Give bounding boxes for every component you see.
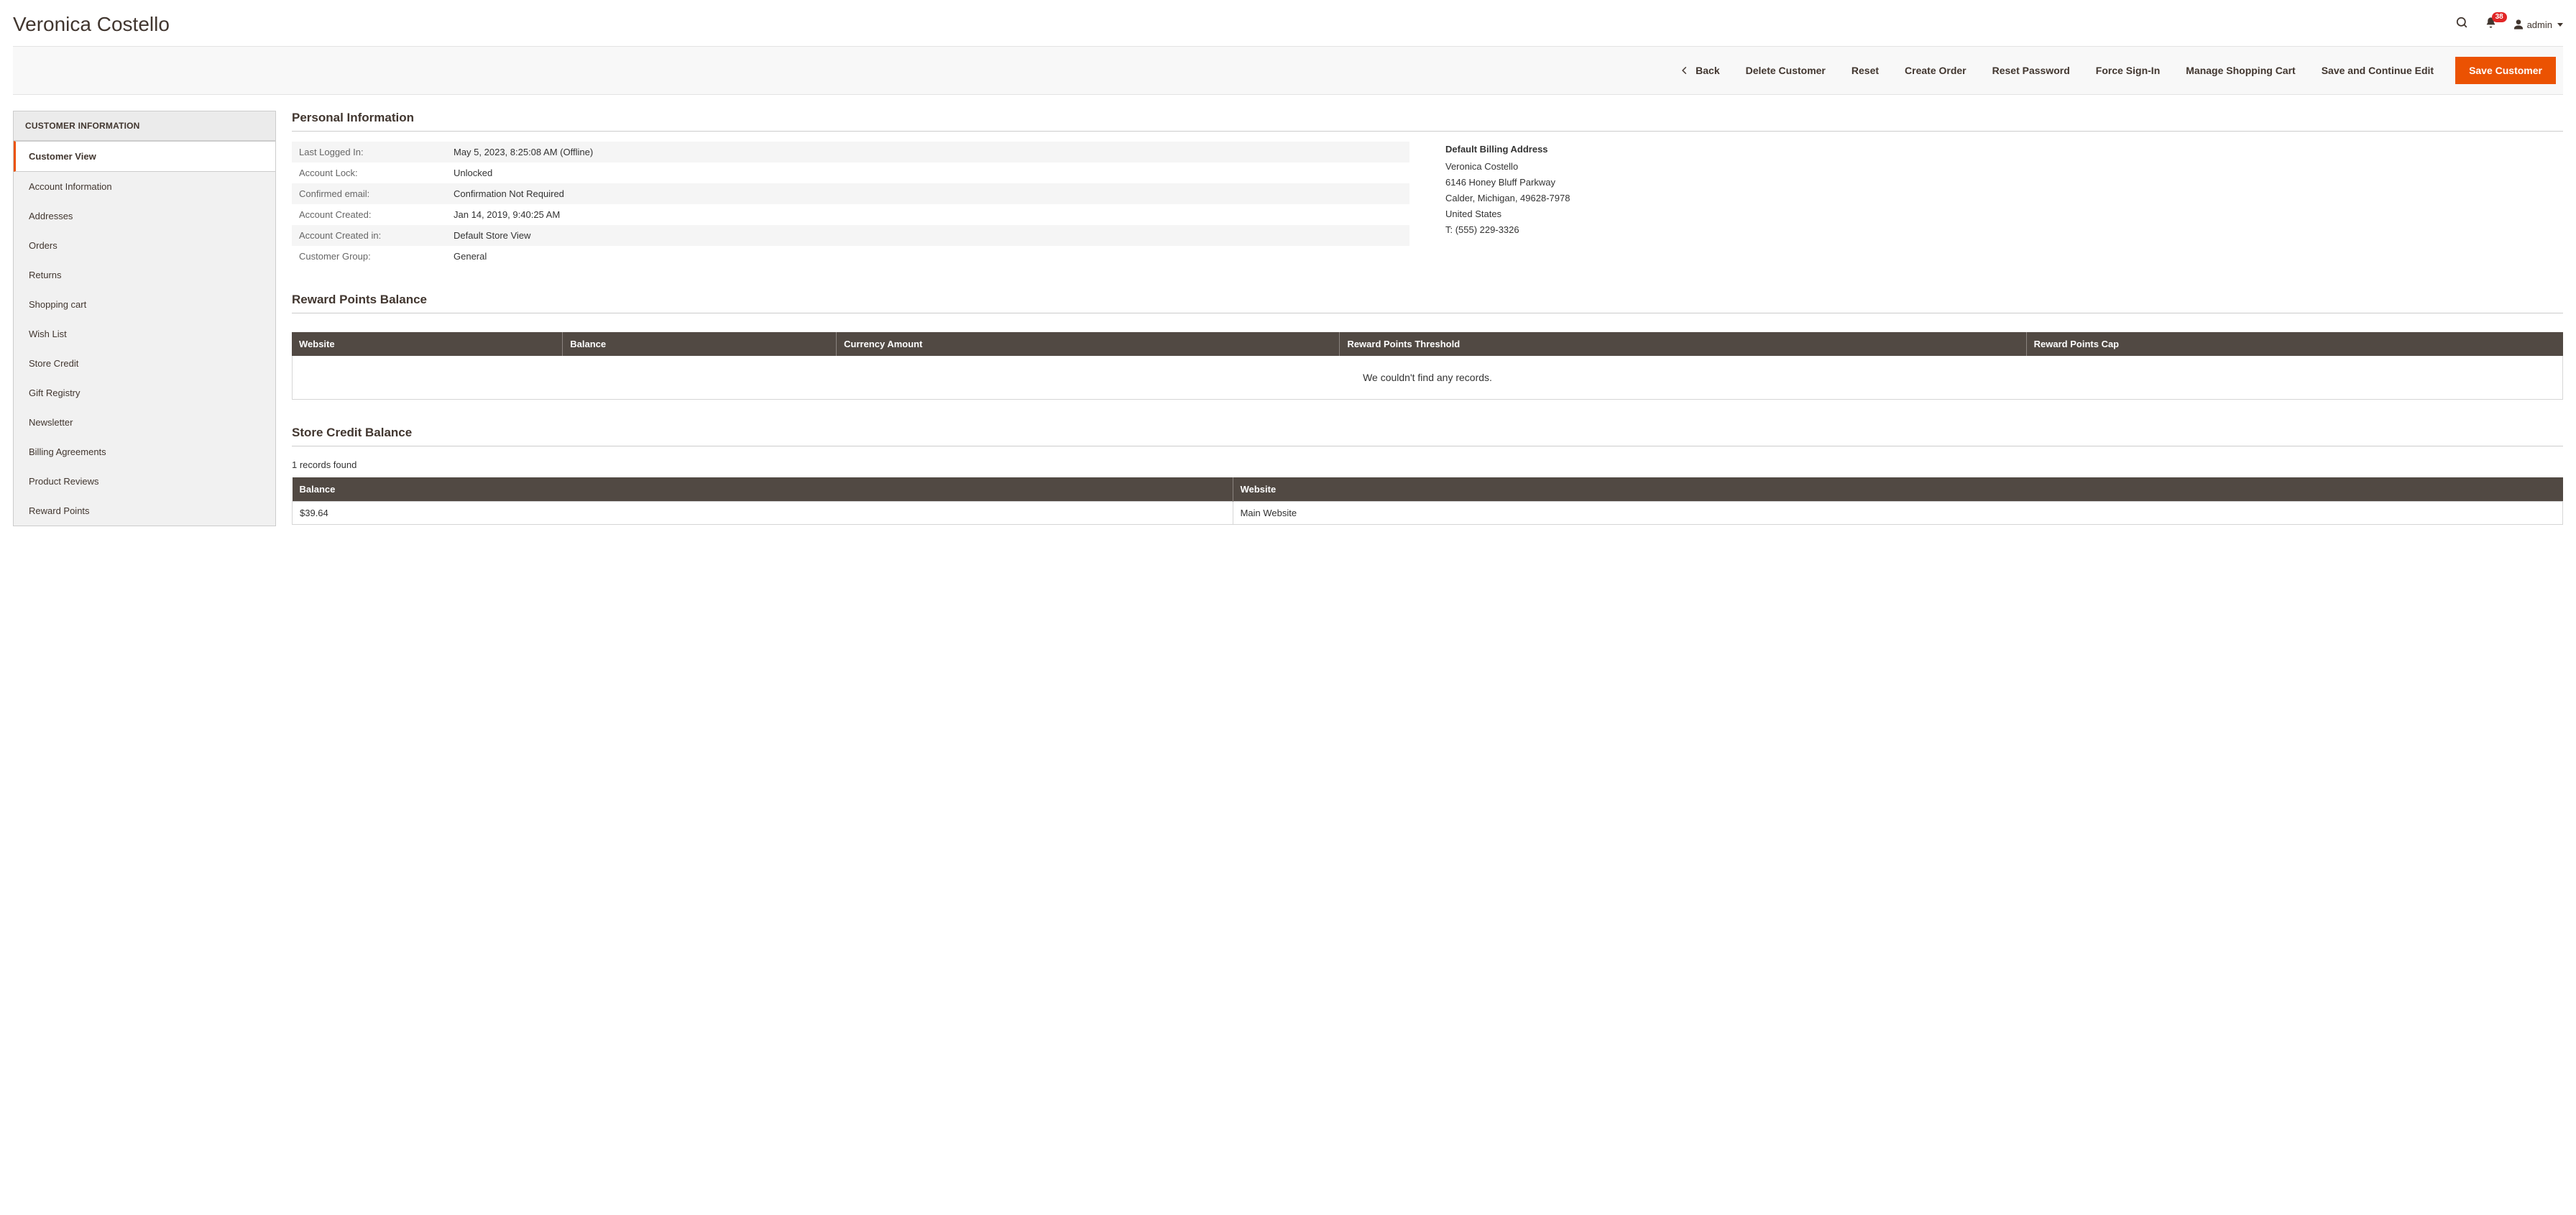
chevron-down-icon	[2557, 23, 2563, 27]
table-row: Account Created:Jan 14, 2019, 9:40:25 AM	[292, 204, 1409, 225]
sidebar-item-addresses[interactable]: Addresses	[14, 201, 275, 231]
save-continue-button[interactable]: Save and Continue Edit	[2309, 58, 2447, 83]
info-label: Account Lock:	[292, 162, 446, 183]
search-icon[interactable]	[2455, 16, 2469, 33]
info-label: Account Created in:	[292, 225, 446, 246]
back-button[interactable]: Back	[1667, 58, 1732, 83]
reward-points-table: Website Balance Currency Amount Reward P…	[292, 332, 2563, 356]
sidebar-item-wish-list[interactable]: Wish List	[14, 319, 275, 349]
info-label: Confirmed email:	[292, 183, 446, 204]
back-label: Back	[1696, 65, 1719, 76]
sidebar-item-billing-agreements[interactable]: Billing Agreements	[14, 437, 275, 467]
personal-info-table: Last Logged In:May 5, 2023, 8:25:08 AM (…	[292, 142, 1409, 267]
force-signin-button[interactable]: Force Sign-In	[2083, 58, 2173, 83]
table-row: Customer Group:General	[292, 246, 1409, 267]
col-cap[interactable]: Reward Points Cap	[2026, 332, 2563, 356]
col-website[interactable]: Website	[292, 332, 563, 356]
address-city-region-zip: Calder, Michigan, 49628-7978	[1445, 191, 2563, 206]
admin-user-menu[interactable]: admin	[2513, 19, 2563, 30]
notification-badge: 38	[2492, 12, 2507, 22]
sidebar-item-store-credit[interactable]: Store Credit	[14, 349, 275, 378]
records-found: 1 records found	[292, 459, 2563, 470]
table-row: Confirmed email:Confirmation Not Require…	[292, 183, 1409, 204]
col-balance[interactable]: Balance	[293, 477, 1233, 502]
table-row: $39.64 Main Website	[293, 502, 2563, 525]
reset-button[interactable]: Reset	[1839, 58, 1892, 83]
sidebar-item-newsletter[interactable]: Newsletter	[14, 408, 275, 437]
action-bar: Back Delete Customer Reset Create Order …	[13, 46, 2563, 95]
sidebar-item-shopping-cart[interactable]: Shopping cart	[14, 290, 275, 319]
personal-info-title: Personal Information	[292, 111, 2563, 132]
personal-information-section: Personal Information Last Logged In:May …	[292, 111, 2563, 267]
sidebar-item-account-information[interactable]: Account Information	[14, 172, 275, 201]
table-row: Last Logged In:May 5, 2023, 8:25:08 AM (…	[292, 142, 1409, 162]
info-label: Customer Group:	[292, 246, 446, 267]
col-currency-amount[interactable]: Currency Amount	[837, 332, 1340, 356]
address-title: Default Billing Address	[1445, 142, 2563, 157]
info-value: Unlocked	[446, 162, 1409, 183]
sidebar-item-gift-registry[interactable]: Gift Registry	[14, 378, 275, 408]
info-label: Last Logged In:	[292, 142, 446, 162]
delete-customer-button[interactable]: Delete Customer	[1733, 58, 1839, 83]
reward-points-empty: We couldn't find any records.	[292, 356, 2563, 400]
sidebar: CUSTOMER INFORMATION Customer View Accou…	[13, 111, 276, 526]
address-country: United States	[1445, 206, 2563, 222]
info-label: Account Created:	[292, 204, 446, 225]
reward-points-title: Reward Points Balance	[292, 293, 2563, 313]
col-balance[interactable]: Balance	[563, 332, 837, 356]
sidebar-title: CUSTOMER INFORMATION	[14, 111, 275, 141]
store-credit-table: Balance Website $39.64 Main Website	[292, 477, 2563, 525]
info-value: May 5, 2023, 8:25:08 AM (Offline)	[446, 142, 1409, 162]
reset-password-button[interactable]: Reset Password	[1979, 58, 2083, 83]
sidebar-item-returns[interactable]: Returns	[14, 260, 275, 290]
info-value: Default Store View	[446, 225, 1409, 246]
sidebar-item-customer-view[interactable]: Customer View	[14, 141, 275, 172]
sidebar-item-orders[interactable]: Orders	[14, 231, 275, 260]
address-name: Veronica Costello	[1445, 159, 2563, 175]
col-website[interactable]: Website	[1233, 477, 2562, 502]
reward-points-section: Reward Points Balance Website Balance Cu…	[292, 293, 2563, 400]
store-credit-title: Store Credit Balance	[292, 426, 2563, 446]
default-billing-address: Default Billing Address Veronica Costell…	[1445, 142, 2563, 239]
col-threshold[interactable]: Reward Points Threshold	[1340, 332, 2026, 356]
header-actions: 38 admin	[2455, 16, 2563, 33]
store-credit-section: Store Credit Balance 1 records found Bal…	[292, 426, 2563, 525]
info-value: Jan 14, 2019, 9:40:25 AM	[446, 204, 1409, 225]
sidebar-item-reward-points[interactable]: Reward Points	[14, 496, 275, 526]
address-phone: T: (555) 229-3326	[1445, 222, 2563, 238]
save-customer-button[interactable]: Save Customer	[2455, 57, 2556, 84]
cell-balance: $39.64	[293, 502, 1233, 525]
table-row: Account Created in:Default Store View	[292, 225, 1409, 246]
info-value: Confirmation Not Required	[446, 183, 1409, 204]
manage-cart-button[interactable]: Manage Shopping Cart	[2173, 58, 2308, 83]
admin-username: admin	[2527, 19, 2552, 30]
cell-website: Main Website	[1233, 502, 2562, 525]
sidebar-item-product-reviews[interactable]: Product Reviews	[14, 467, 275, 496]
table-row: Account Lock:Unlocked	[292, 162, 1409, 183]
notifications-icon[interactable]: 38	[2485, 17, 2497, 32]
create-order-button[interactable]: Create Order	[1892, 58, 1979, 83]
info-value: General	[446, 246, 1409, 267]
page-title: Veronica Costello	[13, 13, 170, 36]
address-street: 6146 Honey Bluff Parkway	[1445, 175, 2563, 191]
